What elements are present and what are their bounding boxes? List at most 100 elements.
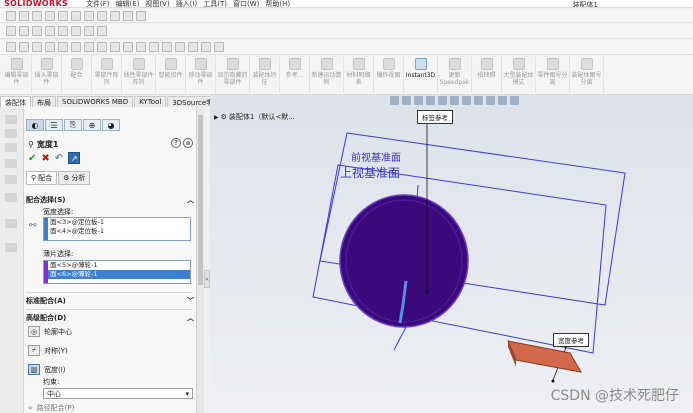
mate-selections-header[interactable]: 配合选择(S) ︿ — [26, 195, 194, 205]
list-item[interactable]: 面<6>@薄轮-1 — [44, 270, 190, 279]
mate-option-width[interactable]: ▥ 宽度(I) — [28, 364, 66, 375]
toolbar-icon[interactable] — [58, 42, 68, 52]
ribbon-button[interactable]: 材料明细表 — [344, 55, 374, 93]
tab-layout[interactable]: 布局 — [32, 96, 56, 107]
toolbar-icon[interactable] — [175, 42, 185, 52]
toolbar-icon[interactable] — [136, 10, 146, 21]
scrollbar-thumb[interactable] — [198, 115, 203, 285]
toolbar-icon[interactable] — [32, 10, 42, 21]
menu-tools[interactable]: 工具(T) — [203, 0, 227, 7]
standard-mates-header[interactable]: 标准配合(A) ﹀ — [26, 296, 194, 306]
ribbon-button[interactable]: 智能扣件 — [156, 55, 186, 93]
panel-scrollbar[interactable] — [196, 107, 204, 413]
ribbon-button[interactable]: 线性零部件阵列 — [122, 55, 156, 93]
strip-icon[interactable] — [5, 175, 17, 184]
ribbon-button[interactable]: 配合 — [62, 55, 92, 93]
ribbon-button[interactable]: 爆炸视图 — [374, 55, 404, 93]
ribbon-button[interactable]: 插入零部件 — [32, 55, 62, 93]
toolbar-icon[interactable] — [19, 26, 29, 36]
ribbon-button[interactable]: 编辑零部件 — [2, 55, 32, 93]
tab-mbd[interactable]: SOLIDWORKS MBD — [57, 96, 134, 107]
ribbon-button[interactable]: 零部件阵列 — [92, 55, 122, 93]
ribbon-button[interactable]: 新建运动算例 — [310, 55, 344, 93]
ribbon-button[interactable]: 更新Speedpak — [438, 55, 472, 93]
toolbar-icon[interactable] — [97, 42, 107, 52]
ribbon-button[interactable]: 大型装配体模式 — [502, 55, 536, 93]
toolbar-icon[interactable] — [32, 26, 42, 36]
feature-tree-tab-icon[interactable]: ☰ — [45, 119, 63, 131]
toolbar-icon[interactable] — [123, 42, 133, 52]
toolbar-icon[interactable] — [32, 42, 42, 52]
list-item[interactable]: 面<3>@定位板-1 — [44, 218, 190, 227]
tab-assembly[interactable]: 装配体 — [0, 96, 31, 107]
toolbar-icon[interactable] — [97, 10, 107, 21]
subtab-mates[interactable]: ⚲ 配合 — [26, 171, 58, 185]
strip-icon[interactable] — [5, 115, 17, 124]
tab-reference-callout[interactable]: 标签参考 — [417, 110, 453, 124]
strip-icon[interactable] — [5, 243, 17, 252]
ribbon-button[interactable]: Instant3D — [404, 55, 438, 93]
toolbar-icon[interactable] — [110, 42, 120, 52]
ribbon-button[interactable]: 零件图号分离 — [536, 55, 570, 93]
collapse-icon[interactable]: ︿ — [187, 313, 194, 323]
toolbar-icon[interactable] — [45, 26, 55, 36]
cancel-button[interactable]: ✖ — [41, 153, 49, 164]
ok-button[interactable]: ✔ — [28, 153, 36, 164]
toolbar-icon[interactable] — [58, 10, 68, 21]
toolbar-icon[interactable] — [19, 42, 29, 52]
mate-option-path[interactable]: ⟡ 路径配合(P) — [28, 403, 74, 413]
constraint-select[interactable]: 中心 ▾ — [43, 388, 193, 399]
menu-help[interactable]: 帮助(H) — [265, 0, 290, 7]
toolbar-icon[interactable] — [84, 42, 94, 52]
toolbar-icon[interactable] — [45, 10, 55, 21]
toolbar-icon[interactable] — [97, 26, 107, 36]
pin-icon[interactable]: ⊛ — [183, 138, 193, 148]
toolbar-icon[interactable] — [71, 42, 81, 52]
list-item[interactable]: 面<5>@薄轮-1 — [44, 261, 190, 270]
toolbar-icon[interactable] — [214, 42, 224, 52]
menu-view[interactable]: 视图(V) — [145, 0, 169, 7]
mate-option-profile-center[interactable]: ◎ 轮廓中心 — [28, 326, 72, 337]
toolbar-icon[interactable] — [123, 10, 133, 21]
strip-icon[interactable] — [5, 219, 17, 228]
menu-insert[interactable]: 插入(I) — [176, 0, 198, 7]
menu-file[interactable]: 文件(F) — [86, 0, 110, 7]
undo-icon[interactable]: ↶ — [55, 153, 63, 164]
ribbon-button[interactable]: 显示隐藏的零部件 — [216, 55, 250, 93]
menu-window[interactable]: 窗口(W) — [233, 0, 259, 7]
property-manager-tab-icon[interactable]: ◐ — [26, 119, 44, 131]
toolbar-icon[interactable] — [6, 10, 16, 21]
toolbar-icon[interactable] — [136, 42, 146, 52]
keep-visible-button[interactable]: ↗ — [68, 152, 81, 164]
strip-icon[interactable] — [5, 143, 17, 152]
toolbar-icon[interactable] — [188, 42, 198, 52]
toolbar-icon[interactable] — [6, 26, 16, 36]
config-tab-icon[interactable]: ⎘ — [64, 119, 82, 131]
toolbar-icon[interactable] — [58, 26, 68, 36]
help-icon[interactable]: ? — [171, 138, 181, 148]
strip-icon[interactable] — [5, 193, 17, 202]
ribbon-button[interactable]: 拍快照 — [472, 55, 502, 93]
expand-icon[interactable]: ﹀ — [187, 296, 194, 306]
toolbar-icon[interactable] — [201, 42, 211, 52]
width-selection-list[interactable]: 面<3>@定位板-1 面<4>@定位板-1 — [43, 217, 191, 241]
strip-icon[interactable] — [5, 129, 17, 138]
toolbar-icon[interactable] — [71, 10, 81, 21]
width-reference-callout[interactable]: 宽度参考 — [553, 333, 589, 347]
ribbon-button[interactable]: 装配体特征 — [250, 55, 280, 93]
mate-option-symmetric[interactable]: ⌿ 对称(Y) — [28, 345, 68, 356]
dimxpert-tab-icon[interactable]: ⊕ — [83, 119, 101, 131]
tab-selection-list[interactable]: 面<5>@薄轮-1 面<6>@薄轮-1 — [43, 260, 191, 284]
advanced-mates-header[interactable]: 高级配合(D) ︿ — [26, 313, 194, 323]
toolbar-icon[interactable] — [45, 42, 55, 52]
graphics-area[interactable]: ▶ ⚙ 装配体1（默认<默... 前视基准面 上视基准面 标签参考 宽度参考 C… — [210, 95, 693, 413]
toolbar-icon[interactable] — [162, 42, 172, 52]
toolbar-icon[interactable] — [84, 26, 94, 36]
ribbon-button[interactable]: 参考... — [280, 55, 310, 93]
toolbar-icon[interactable] — [110, 10, 120, 21]
toolbar-icon[interactable] — [71, 26, 81, 36]
toolbar-icon[interactable] — [84, 10, 94, 21]
menu-edit[interactable]: 编辑(E) — [116, 0, 140, 7]
toolbar-icon[interactable] — [149, 42, 159, 52]
ribbon-button[interactable]: 装配体图号分离 — [570, 55, 604, 93]
